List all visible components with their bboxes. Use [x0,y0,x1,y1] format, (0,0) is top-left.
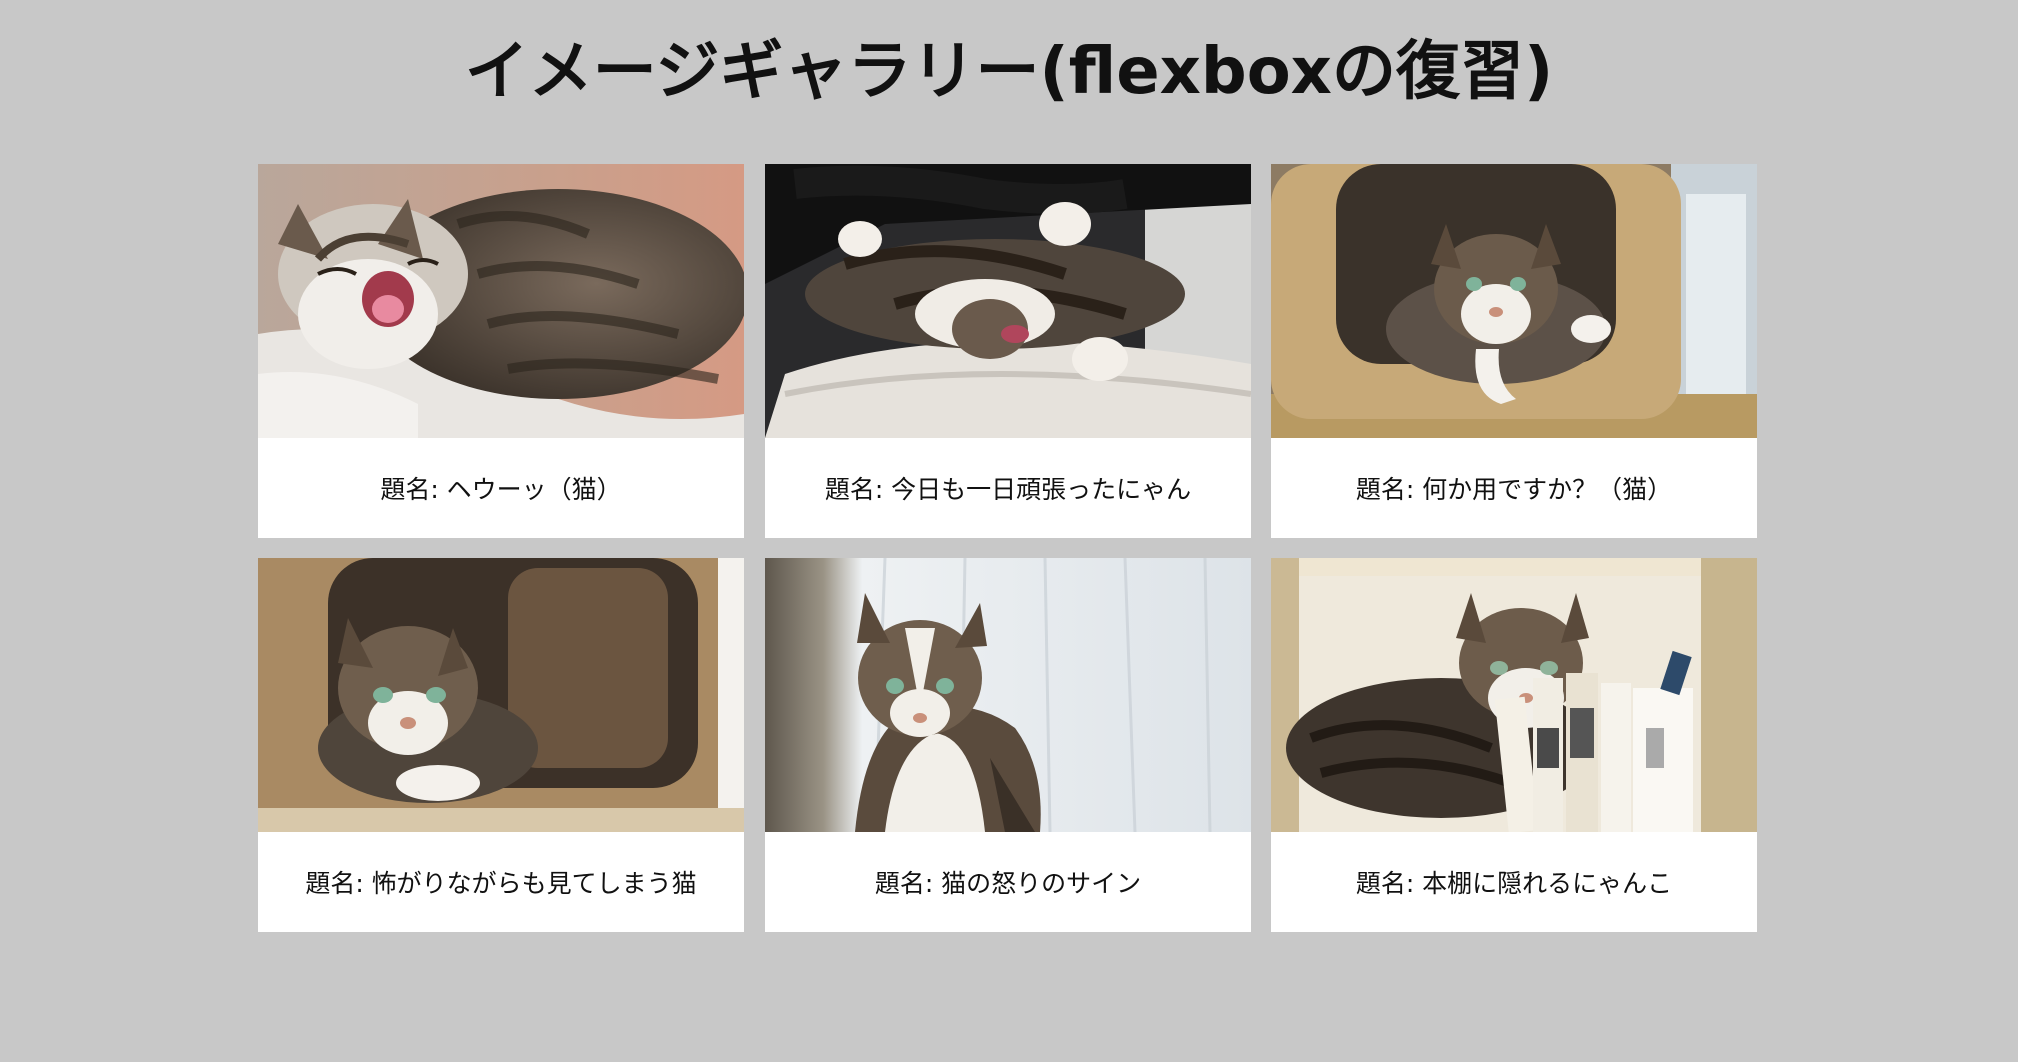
photo-caption: 題名: 何か用ですか？（猫） [1355,475,1673,504]
cat-photo-icon [765,164,1251,438]
gallery-photo-cat-on-chair[interactable] [765,164,1251,438]
photo-caption: 題名: 今日も一日頑張ったにゃん [824,475,1192,504]
gallery-photo-cat-peeking[interactable] [258,558,744,832]
gallery-card[interactable]: 題名: 何か用ですか？（猫） [1271,164,1757,538]
gallery-card[interactable]: 題名: 本棚に隠れるにゃんこ [1271,558,1757,932]
gallery-photo-cat-in-box[interactable] [1271,164,1757,438]
cat-photo-icon [1271,164,1757,438]
page-title: イメージギャラリー(flexboxの復習) [464,35,1554,109]
cat-photo-icon [258,558,744,832]
gallery-card[interactable]: 題名: ヘウーッ（猫） [258,164,744,538]
gallery-card[interactable]: 題名: 今日も一日頑張ったにゃん [765,164,1251,538]
photo-caption: 題名: 怖がりながらも見てしまう猫 [305,869,697,898]
cat-photo-icon [258,164,744,438]
cat-photo-icon [1271,558,1757,832]
gallery-card[interactable]: 題名: 猫の怒りのサイン [765,558,1251,932]
photo-caption: 題名: 猫の怒りのサイン [874,869,1142,898]
gallery-photo-cat-by-curtain[interactable] [765,558,1251,832]
photo-caption: 題名: 本棚に隠れるにゃんこ [1355,869,1673,898]
gallery-photo-cat-in-bookshelf[interactable] [1271,558,1757,832]
gallery-card[interactable]: 題名: 怖がりながらも見てしまう猫 [258,558,744,932]
cat-photo-icon [765,558,1251,832]
photo-caption: 題名: ヘウーッ（猫） [380,475,622,504]
gallery-photo-yawning-cat[interactable] [258,164,744,438]
